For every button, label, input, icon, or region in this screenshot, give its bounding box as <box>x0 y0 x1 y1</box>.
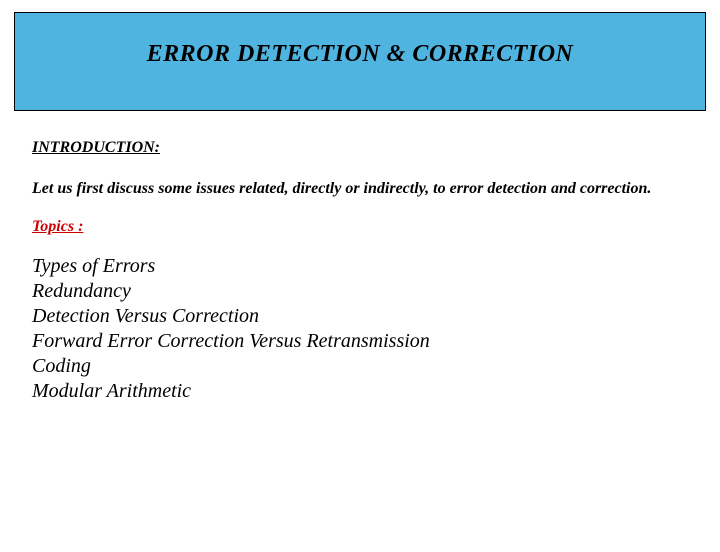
topic-item: Coding <box>32 354 688 379</box>
intro-text: Let us first discuss some issues related… <box>32 179 688 200</box>
topic-item: Redundancy <box>32 279 688 304</box>
topic-item: Forward Error Correction Versus Retransm… <box>32 329 688 354</box>
topic-item: Types of Errors <box>32 254 688 279</box>
topic-item: Modular Arithmetic <box>32 379 688 404</box>
content-area: INTRODUCTION: Let us first discuss some … <box>0 111 720 404</box>
topic-item: Detection Versus Correction <box>32 304 688 329</box>
intro-heading: INTRODUCTION: <box>32 139 688 157</box>
page-title: ERROR DETECTION & CORRECTION <box>25 41 695 68</box>
header-banner: ERROR DETECTION & CORRECTION <box>14 12 706 111</box>
topics-list: Types of Errors Redundancy Detection Ver… <box>32 254 688 404</box>
topics-heading: Topics : <box>32 218 688 236</box>
